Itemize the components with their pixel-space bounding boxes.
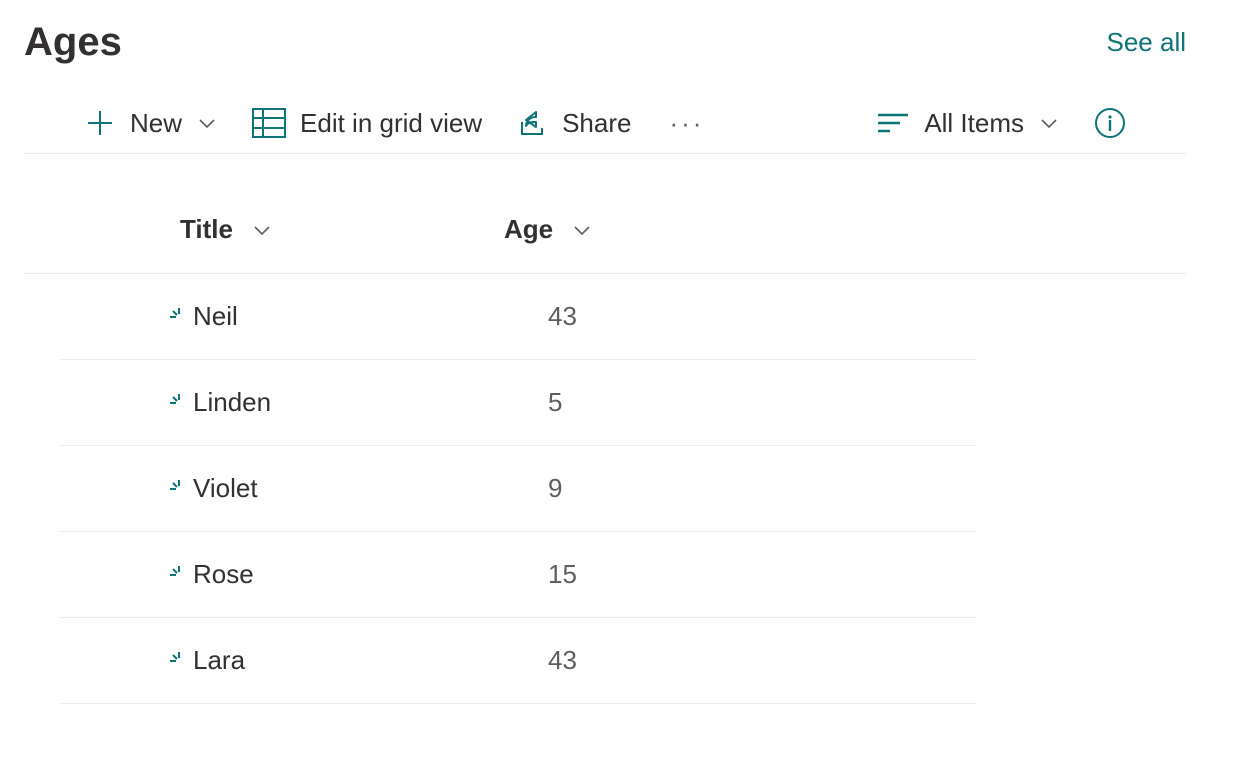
new-item-icon — [170, 480, 188, 498]
plus-icon — [84, 107, 116, 139]
row-title: Rose — [193, 559, 254, 590]
new-item-icon — [170, 394, 188, 412]
share-icon — [516, 108, 548, 138]
chevron-down-icon — [251, 219, 273, 241]
grid-icon — [252, 108, 286, 138]
new-button-label: New — [130, 108, 182, 139]
row-title: Lara — [193, 645, 245, 676]
share-label: Share — [562, 108, 631, 139]
more-button[interactable]: ··· — [665, 108, 708, 139]
row-age: 43 — [504, 645, 577, 676]
share-button[interactable]: Share — [516, 108, 631, 139]
row-age: 15 — [504, 559, 577, 590]
view-selector-label: All Items — [924, 108, 1024, 139]
table-row[interactable]: Neil 43 — [60, 274, 976, 360]
chevron-down-icon — [1038, 112, 1060, 134]
row-title: Linden — [193, 387, 271, 418]
view-selector[interactable]: All Items — [876, 108, 1060, 139]
list-view: Title Age — [24, 214, 1186, 704]
new-item-icon — [170, 652, 188, 670]
edit-grid-button[interactable]: Edit in grid view — [252, 108, 482, 139]
filter-lines-icon — [876, 111, 910, 135]
chevron-down-icon — [196, 112, 218, 134]
new-item-icon — [170, 566, 188, 584]
new-button[interactable]: New — [84, 107, 218, 139]
table-row[interactable]: Linden 5 — [60, 360, 976, 446]
new-item-icon — [170, 308, 188, 326]
column-header-age[interactable]: Age — [504, 214, 553, 245]
row-age: 9 — [504, 473, 562, 504]
page-header: Ages See all — [24, 20, 1186, 65]
see-all-link[interactable]: See all — [1107, 27, 1187, 58]
edit-grid-label: Edit in grid view — [300, 108, 482, 139]
row-age: 43 — [504, 301, 577, 332]
table-row[interactable]: Lara 43 — [60, 618, 976, 704]
list-body: Neil 43 Linden 5 — [24, 274, 1186, 704]
info-button[interactable] — [1094, 107, 1126, 139]
table-row[interactable]: Rose 15 — [60, 532, 976, 618]
command-bar: New Edit in grid view — [24, 93, 1186, 154]
row-age: 5 — [504, 387, 562, 418]
row-title: Neil — [193, 301, 238, 332]
column-header-title[interactable]: Title — [180, 214, 233, 245]
chevron-down-icon — [571, 219, 593, 241]
row-title: Violet — [193, 473, 258, 504]
list-header: Title Age — [24, 214, 1186, 274]
page-title: Ages — [24, 20, 122, 65]
table-row[interactable]: Violet 9 — [60, 446, 976, 532]
